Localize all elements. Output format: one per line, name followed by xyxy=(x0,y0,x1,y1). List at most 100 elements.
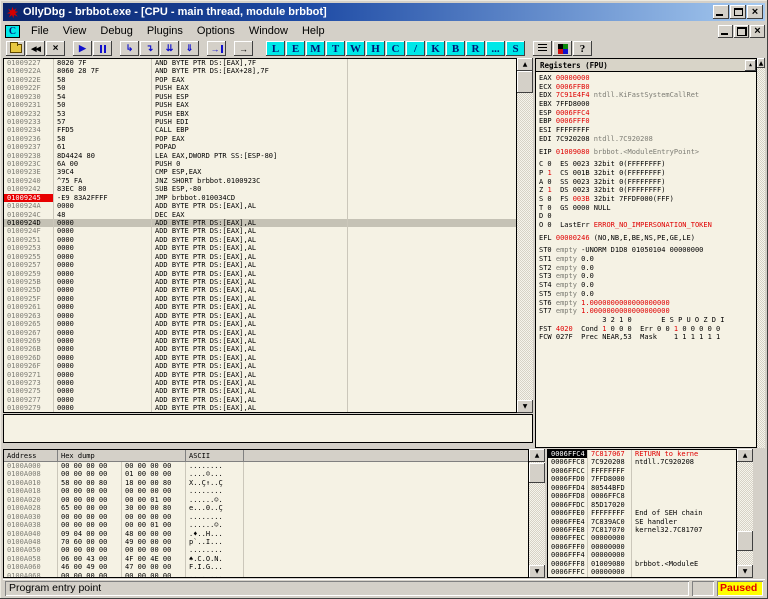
dump-row[interactable]: 0100A03000 00 00 0000 00 00 00........ xyxy=(4,513,528,521)
register-line[interactable]: ST4 empty 0.0 xyxy=(539,281,756,290)
disasm-row[interactable]: 0100922A8060 28 7FAND BYTE PTR DS:[EAX+2… xyxy=(4,67,516,75)
register-line[interactable]: ESP 0006FFC4 xyxy=(539,109,756,118)
dump-row[interactable]: 0100A03800 00 00 0000 00 01 00......☺. xyxy=(4,521,528,529)
run-button[interactable]: ▶ xyxy=(73,41,92,56)
menu-item-view[interactable]: View xyxy=(56,23,94,39)
toolbar-letter-h[interactable]: H xyxy=(366,41,385,56)
disasm-row[interactable]: 0100922E58POP EAX xyxy=(4,76,516,84)
cpu-window-icon[interactable]: C xyxy=(5,25,20,38)
disasm-row[interactable]: 010092690000ADD BYTE PTR DS:[EAX],AL xyxy=(4,337,516,345)
step-into-button[interactable]: ↳ xyxy=(120,41,139,56)
disasm-row[interactable]: 010092630000ADD BYTE PTR DS:[EAX],AL xyxy=(4,312,516,320)
menu-item-window[interactable]: Window xyxy=(242,23,295,39)
help-button[interactable]: ? xyxy=(573,41,592,56)
register-line[interactable]: FST 4020 Cond 1 0 0 0 Err 0 0 1 0 0 0 0 … xyxy=(539,325,756,334)
breakpoint-list-button[interactable] xyxy=(533,41,552,56)
toolbar-letter-r[interactable]: R xyxy=(466,41,485,56)
toolbar-letter-m[interactable]: M xyxy=(306,41,325,56)
stack-row[interactable]: 0006FFF000000000 xyxy=(548,543,736,551)
scroll-thumb[interactable] xyxy=(517,71,533,93)
disasm-row[interactable]: 010092650000ADD BYTE PTR DS:[EAX],AL xyxy=(4,320,516,328)
execute-till-return-button[interactable]: → xyxy=(207,41,226,56)
disasm-row[interactable]: 010092570000ADD BYTE PTR DS:[EAX],AL xyxy=(4,261,516,269)
toolbar-letter-slash[interactable]: / xyxy=(406,41,425,56)
register-line[interactable]: ST3 empty 0.0 xyxy=(539,272,756,281)
toolbar-letter-l[interactable]: L xyxy=(266,41,285,56)
disasm-row[interactable]: 010092710000ADD BYTE PTR DS:[EAX],AL xyxy=(4,371,516,379)
disasm-row[interactable]: 01009240^75 FAJNZ SHORT brbbot.0100923C xyxy=(4,177,516,185)
stack-row[interactable]: 0006FFD80006FFC8 xyxy=(548,492,736,500)
disasm-row[interactable]: 0100923E39C4CMP ESP,EAX xyxy=(4,168,516,176)
toolbar-letter-w[interactable]: W xyxy=(346,41,365,56)
register-line[interactable]: C 0 ES 0023 32bit 0(FFFFFFFF) xyxy=(539,160,756,169)
appearance-button[interactable] xyxy=(553,41,572,56)
child-close-button[interactable]: × xyxy=(750,25,765,38)
registers-pane-button[interactable]: ▲ xyxy=(745,60,756,71)
disasm-row[interactable]: 010092750000ADD BYTE PTR DS:[EAX],AL xyxy=(4,387,516,395)
maximize-button[interactable] xyxy=(730,5,746,19)
stack-row[interactable]: 0006FFFC00000000 xyxy=(548,568,736,576)
disasm-row[interactable]: 0100926D0000ADD BYTE PTR DS:[EAX],AL xyxy=(4,354,516,362)
dump-row[interactable]: 0100A04009 04 00 0048 00 00 00.♦..H... xyxy=(4,530,528,538)
register-line[interactable]: ST6 empty 1.0000000000000000000 xyxy=(539,299,756,308)
disasm-row[interactable]: 010092590000ADD BYTE PTR DS:[EAX],AL xyxy=(4,270,516,278)
dump-row[interactable]: 0100A02865 00 00 0030 00 00 80e...0..Ç xyxy=(4,504,528,512)
toolbar-letter-k[interactable]: K xyxy=(426,41,445,56)
register-line[interactable]: EDX 7C91E4F4 ntdll.KiFastSystemCallRet xyxy=(539,91,756,100)
minimize-button[interactable] xyxy=(713,5,729,19)
toolbar-letter-t[interactable]: T xyxy=(326,41,345,56)
dump-row[interactable]: 0100A01800 00 00 0000 00 00 00........ xyxy=(4,487,528,495)
stack-row[interactable]: 0006FFDC85D17020 xyxy=(548,501,736,509)
disasm-row[interactable]: 010092550000ADD BYTE PTR DS:[EAX],AL xyxy=(4,253,516,261)
dump-row[interactable]: 0100A06800 00 00 0000 00 00 00........ xyxy=(4,572,528,578)
register-line[interactable]: Z 1 DS 0023 32bit 0(FFFFFFFF) xyxy=(539,186,756,195)
disasm-row[interactable]: 01009234FFD5CALL EBP xyxy=(4,126,516,134)
register-line[interactable]: D 0 xyxy=(539,212,756,221)
disasm-row[interactable]: 0100923054PUSH ESP xyxy=(4,93,516,101)
stack-row[interactable]: 0006FFCCFFFFFFFF xyxy=(548,467,736,475)
scroll-thumb[interactable] xyxy=(529,463,545,483)
dump-row[interactable]: 0100A04870 60 00 0049 00 00 00p`..I... xyxy=(4,538,528,546)
disasm-row[interactable]: 010092790000ADD BYTE PTR DS:[EAX],AL xyxy=(4,404,516,412)
scroll-down-icon[interactable]: ▼ xyxy=(529,565,545,578)
stack-row[interactable]: 0006FFE87C817070kernel32.7C81707 xyxy=(548,526,736,534)
dump-row[interactable]: 0100A00000 00 00 0000 00 00 00........ xyxy=(4,462,528,470)
disasm-row[interactable]: 010092610000ADD BYTE PTR DS:[EAX],AL xyxy=(4,303,516,311)
disassembly-pane[interactable]: 010092278020 7FAND BYTE PTR DS:[EAX],7F0… xyxy=(3,58,517,413)
disasm-row[interactable]: 010092278020 7FAND BYTE PTR DS:[EAX],7F xyxy=(4,59,516,67)
dump-scrollbar[interactable]: ▲ ▼ xyxy=(529,449,545,578)
stack-pane[interactable]: 0006FFC47C817067RETURN to kerne0006FFC87… xyxy=(547,449,737,578)
disasm-row[interactable]: 0100923253PUSH EBX xyxy=(4,110,516,118)
scroll-up-icon[interactable]: ▲ xyxy=(757,58,765,68)
register-line[interactable]: EAX 00000000 xyxy=(539,74,756,83)
dump-row[interactable]: 0100A01058 00 00 8018 00 00 80X..Ç↑..Ç xyxy=(4,479,528,487)
disasm-row[interactable]: 0100924F0000ADD BYTE PTR DS:[EAX],AL xyxy=(4,227,516,235)
disasm-row[interactable]: 010092770000ADD BYTE PTR DS:[EAX],AL xyxy=(4,396,516,404)
register-line[interactable]: ST1 empty 0.0 xyxy=(539,255,756,264)
toolbar-letter-s[interactable]: S xyxy=(506,41,525,56)
pause-button[interactable] xyxy=(93,41,112,56)
menu-item-help[interactable]: Help xyxy=(295,23,332,39)
disasm-row[interactable]: 0100925F0000ADD BYTE PTR DS:[EAX],AL xyxy=(4,295,516,303)
scroll-up-icon[interactable]: ▲ xyxy=(737,449,753,462)
disasm-row[interactable]: 01009245-E9 83A2FFFFJMP brbbot.010034CD xyxy=(4,194,516,202)
disasm-row[interactable]: 0100924D0000ADD BYTE PTR DS:[EAX],AL xyxy=(4,219,516,227)
register-line[interactable]: EIP 01009080 brbbot.<ModuleEntryPoint> xyxy=(539,148,756,157)
register-line[interactable]: ECX 0006FFB0 xyxy=(539,83,756,92)
dump-row[interactable]: 0100A05806 00 43 004F 00 4E 00♠.C.O.N. xyxy=(4,555,528,563)
stack-row[interactable]: 0006FFC47C817067RETURN to kerne xyxy=(548,450,736,458)
register-line[interactable]: EDI 7C920208 ntdll.7C920208 xyxy=(539,135,756,144)
disasm-row[interactable]: 0100924C48DEC EAX xyxy=(4,211,516,219)
close-program-button[interactable]: × xyxy=(46,41,65,56)
animate-over-button[interactable]: ⇓ xyxy=(180,41,199,56)
step-over-button[interactable]: ↴ xyxy=(140,41,159,56)
dump-row[interactable]: 0100A00800 00 00 0001 00 00 00....☺... xyxy=(4,470,528,478)
disasm-row[interactable]: 010092530000ADD BYTE PTR DS:[EAX],AL xyxy=(4,244,516,252)
registers-pane[interactable]: Registers (FPU) ▲ EAX 00000000ECX 0006FF… xyxy=(535,58,757,448)
animate-into-button[interactable]: ⇊ xyxy=(160,41,179,56)
toolbar-letter-b[interactable]: B xyxy=(446,41,465,56)
disasm-row[interactable]: 010092510000ADD BYTE PTR DS:[EAX],AL xyxy=(4,236,516,244)
dump-row[interactable]: 0100A05000 00 00 0000 00 00 00........ xyxy=(4,546,528,554)
register-line[interactable]: EBP 0006FFF0 xyxy=(539,117,756,126)
disasm-row[interactable]: 010092388D4424 80LEA EAX,DWORD PTR SS:[E… xyxy=(4,152,516,160)
